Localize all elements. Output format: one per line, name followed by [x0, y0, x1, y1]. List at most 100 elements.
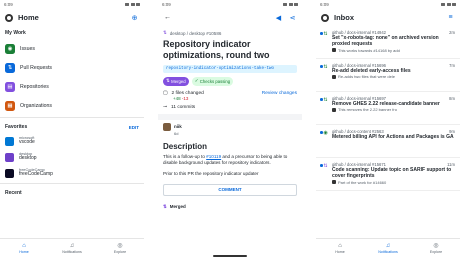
- page-title: Inbox: [334, 13, 354, 22]
- repository-icon: ▤: [5, 81, 15, 92]
- avatar[interactable]: [5, 13, 13, 22]
- gesture-bar: [213, 255, 247, 257]
- favorite-repo-name: vscode: [19, 139, 35, 146]
- my-work-label: Organizations: [20, 102, 53, 109]
- status-bar: 6:09: [158, 0, 302, 9]
- my-work-label: Repositories: [20, 83, 49, 90]
- my-work-list: ◉ Issues ⇅ Pull Requests ▤ Repositories ▦ Organ…: [0, 39, 144, 115]
- owner-avatar: [5, 168, 14, 178]
- status-time: 6:09: [320, 2, 329, 7]
- notification-time: 8m: [449, 96, 455, 101]
- bottom-nav-explore[interactable]: ◎ Explore: [96, 239, 144, 258]
- timeline-merged-event: ⇅ Merged: [158, 201, 302, 213]
- status-time: 6:09: [4, 2, 13, 7]
- notification-content: github / docs-internal #15671 11m Code sca…: [332, 162, 455, 187]
- favorite-text: freeCodeCamp freeCodeCamp: [19, 168, 53, 178]
- favorite-repo[interactable]: freeCodeCamp freeCodeCamp: [0, 165, 144, 181]
- notification-content: github / docs-internal #15696 7m Re-add de…: [332, 63, 455, 88]
- unread-dot: [320, 65, 323, 68]
- bottom-nav-label: Explore: [429, 250, 443, 254]
- my-work-label: Issues: [20, 45, 35, 52]
- notification-preview: This removes the 2.22 banner fro: [332, 107, 455, 112]
- bell-icon: ♫: [385, 243, 391, 249]
- avatar[interactable]: [321, 13, 329, 22]
- branch-name[interactable]: repository-indicator-optimizations-take-…: [163, 64, 297, 73]
- my-work-item[interactable]: ▦ Organizations: [0, 96, 144, 115]
- merge-icon: ⇅: [163, 203, 167, 209]
- author-avatar: [332, 48, 336, 52]
- notification-title: Metered billing API for Actions and Pack…: [332, 134, 454, 140]
- explore-icon: ◎: [117, 243, 123, 249]
- review-changes-button[interactable]: Review changes: [262, 91, 297, 96]
- issue-icon: ◉: [323, 130, 328, 136]
- checks-badge[interactable]: ✓ Checks passing: [191, 76, 234, 86]
- author-avatar: [332, 74, 336, 79]
- add-icon[interactable]: ⊕: [130, 13, 139, 22]
- comment-button[interactable]: COMMENT: [163, 183, 297, 196]
- favorite-repo-name: freeCodeCamp: [19, 171, 53, 178]
- bottom-nav-home[interactable]: ⌂ Home: [316, 239, 364, 258]
- back-arrow-icon[interactable]: ←: [163, 13, 172, 22]
- issue-icon: ◉: [5, 43, 15, 54]
- status-icons: [125, 3, 140, 6]
- speaker-icon[interactable]: ◀: [274, 13, 283, 22]
- pr-description-comment: niik 6d: [158, 120, 302, 139]
- notification-item[interactable]: ⇅ github / docs-internal #15697 8m Remove G…: [316, 92, 460, 125]
- notification-preview: Part of the work for #14660: [332, 180, 455, 185]
- notification-preview-text: Re-adds two files that were dele: [338, 74, 395, 80]
- inbox-screen: 6:09 Inbox ≡ ⇅ github / docs-internal #14…: [316, 0, 460, 258]
- author-name: niik: [174, 124, 182, 130]
- author-avatar: [163, 122, 171, 131]
- notification-icon-col: ◉: [320, 129, 328, 154]
- divider: [0, 117, 144, 118]
- commits-row[interactable]: ⊸ 11 commits: [158, 101, 302, 114]
- my-work-item[interactable]: ◉ Issues: [0, 39, 144, 58]
- check-icon: ✓: [194, 78, 199, 84]
- body-text: This is a follow-up to: [163, 153, 207, 159]
- favorites-list: microsoft vscode desktop desktop freeCodeCam…: [0, 133, 144, 181]
- pull-request-icon: ⇅: [323, 31, 328, 37]
- notification-item[interactable]: ◉ github / docs-content #2563 9m Metered bi…: [316, 125, 460, 158]
- my-work-item[interactable]: ▤ Repositories: [0, 77, 144, 96]
- notification-content: github / docs-content #2563 9m Metered bil…: [332, 129, 455, 154]
- bottom-nav-label: Home: [335, 250, 345, 254]
- status-bar: 6:09: [316, 0, 460, 9]
- notification-time: 7m: [449, 63, 455, 68]
- deletions-count: -13: [181, 95, 189, 101]
- share-icon[interactable]: ⋖: [288, 13, 297, 22]
- merged-label: Merged: [171, 78, 186, 84]
- bottom-nav-home[interactable]: ⌂ Home: [0, 239, 48, 258]
- pull-request-icon: ⇅: [323, 64, 328, 70]
- bottom-nav-label: Explore: [113, 250, 127, 254]
- home-icon: ⌂: [22, 243, 26, 249]
- breadcrumb[interactable]: ⇅ desktop / desktop #10586: [158, 26, 302, 37]
- notification-item[interactable]: ⇅ github / docs-internal #14942 2m Set "x-r…: [316, 26, 460, 59]
- comment-author[interactable]: niik: [163, 122, 297, 131]
- issue-link[interactable]: #10119: [206, 154, 221, 159]
- bottom-nav-notifications[interactable]: ♫ Notifications: [364, 239, 412, 258]
- description-body: This is a follow-up to #10119 and a prec…: [158, 153, 302, 168]
- unread-dot: [320, 131, 323, 134]
- bottom-nav-explore[interactable]: ◎ Explore: [412, 239, 460, 258]
- author-avatar: [332, 107, 336, 112]
- my-work-item[interactable]: ⇅ Pull Requests: [0, 58, 144, 77]
- favorite-repo[interactable]: microsoft vscode: [0, 133, 144, 149]
- comment-time: 6d: [174, 130, 179, 136]
- filter-icon[interactable]: ≡: [446, 13, 455, 22]
- favorite-repo[interactable]: desktop desktop: [0, 149, 144, 165]
- bottom-nav-notifications[interactable]: ♫ Notifications: [48, 239, 96, 258]
- my-work-label: Pull Requests: [20, 64, 53, 71]
- bottom-nav-label: Notifications: [62, 250, 82, 254]
- notification-time: 2m: [449, 30, 455, 35]
- notification-icon-col: ⇅: [320, 63, 328, 88]
- notification-content: github / docs-internal #14942 2m Set "x-ro…: [332, 30, 455, 55]
- edit-favorites-button[interactable]: EDIT: [129, 125, 139, 130]
- merged-badge: ⇅ Merged: [163, 76, 189, 86]
- notification-item[interactable]: ⇅ github / docs-internal #15696 7m Re-add d…: [316, 59, 460, 92]
- favorite-text: desktop desktop: [19, 152, 37, 162]
- owner-avatar: [5, 152, 14, 162]
- recent-heading: Recent: [5, 190, 22, 196]
- notification-item[interactable]: ⇅ github / docs-internal #15671 11m Code sc…: [316, 158, 460, 191]
- notification-preview-text: This works towards #14168 by add: [338, 47, 400, 53]
- merged-pr-icon: ⇅: [163, 30, 167, 35]
